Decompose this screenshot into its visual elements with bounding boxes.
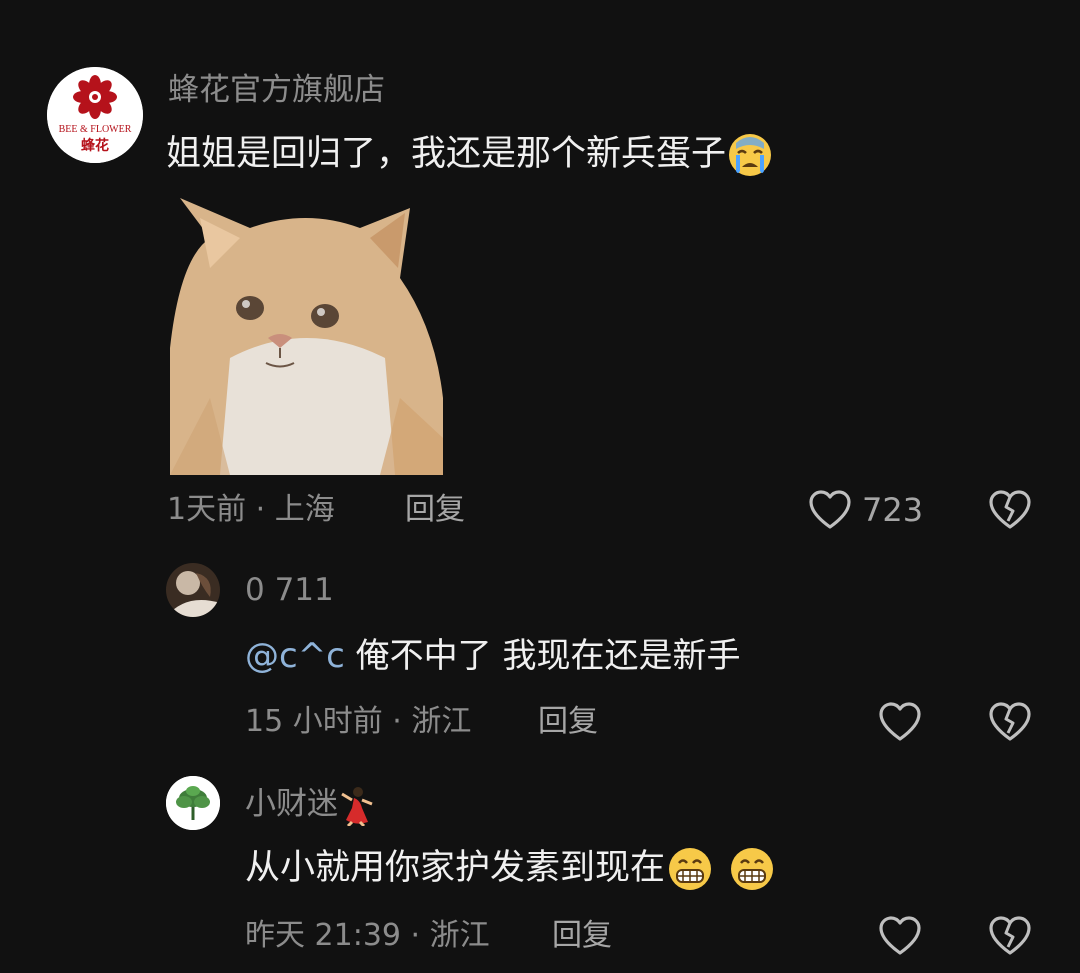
comment-username[interactable]: 蜂花官方旗舰店 — [168, 70, 385, 110]
grinning-face-icon — [727, 848, 777, 890]
comment-text-body: 姐姐是回归了，我还是那个新兵蛋子 — [166, 134, 727, 174]
logo-text-bottom: 蜂花 — [81, 137, 109, 154]
broken-heart-icon — [989, 490, 1031, 529]
cat-meme-image[interactable] — [170, 198, 443, 475]
reply-meta: 昨天 21:39 · 浙江 — [245, 918, 490, 953]
like-count: 723 — [862, 491, 924, 529]
like-button[interactable] — [878, 701, 922, 743]
reply-text-body: 俺不中了 我现在还是新手 — [344, 636, 741, 676]
broken-heart-icon — [989, 702, 1031, 741]
reply-username-text: 小财迷 — [245, 786, 338, 822]
dislike-button[interactable] — [988, 701, 1032, 743]
brand-avatar[interactable]: BEE & FLOWER 蜂花 — [47, 67, 143, 163]
logo-text-top: BEE & FLOWER — [59, 124, 132, 135]
reply-text: 从小就用你家护发素到现在 — [245, 845, 777, 893]
heart-icon — [879, 916, 921, 955]
reply-avatar[interactable] — [166, 776, 220, 830]
reply-username[interactable]: 0 711 — [245, 570, 334, 610]
comment-reply-button[interactable]: 回复 — [405, 490, 465, 530]
crying-face-icon — [726, 134, 774, 176]
reply-text-body: 从小就用你家护发素到现在 — [245, 848, 666, 888]
reply-text: @c^c 俺不中了 我现在还是新手 — [245, 633, 741, 679]
sad-cat-image — [170, 198, 443, 475]
reply-meta: 15 小时前 · 浙江 — [245, 704, 472, 739]
like-button[interactable] — [808, 489, 852, 531]
dancer-icon — [338, 786, 376, 826]
user-avatar-image — [166, 563, 220, 617]
reply-username[interactable]: 小财迷 — [245, 784, 376, 826]
like-button[interactable] — [878, 915, 922, 957]
grinning-face-icon — [665, 848, 715, 890]
dislike-button[interactable] — [988, 489, 1032, 531]
plant-avatar-icon — [166, 776, 220, 830]
bee-flower-logo: BEE & FLOWER 蜂花 — [47, 67, 143, 163]
reply-avatar[interactable] — [166, 563, 220, 617]
comment-text: 姐姐是回归了，我还是那个新兵蛋子 — [166, 131, 774, 179]
heart-icon — [809, 490, 851, 529]
broken-heart-icon — [989, 916, 1031, 955]
comment-meta: 1天前 · 上海 — [167, 492, 335, 527]
reply-reply-button[interactable]: 回复 — [538, 702, 598, 742]
heart-icon — [879, 702, 921, 741]
reply-reply-button[interactable]: 回复 — [552, 916, 612, 956]
dislike-button[interactable] — [988, 915, 1032, 957]
mention-link[interactable]: @c^c — [245, 636, 345, 676]
